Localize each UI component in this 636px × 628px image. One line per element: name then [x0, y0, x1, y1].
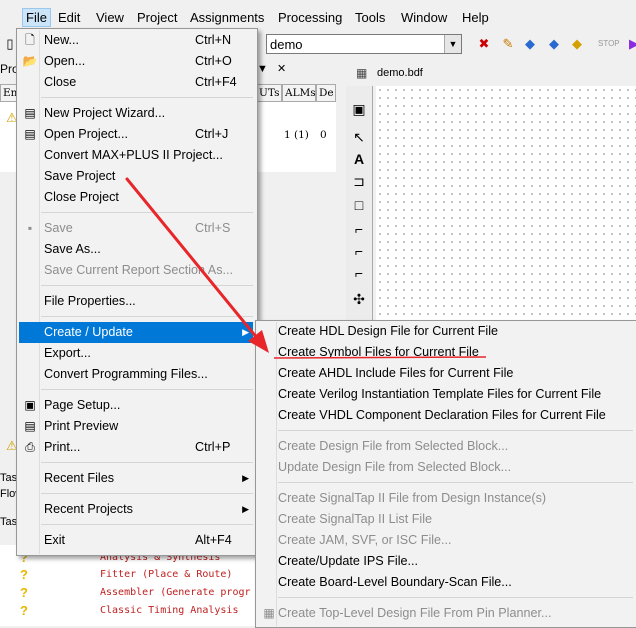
arrow-head — [248, 330, 269, 353]
annotation-underline — [273, 356, 487, 359]
annotation-arrow — [125, 177, 487, 359]
arrow-shaft — [125, 177, 264, 346]
